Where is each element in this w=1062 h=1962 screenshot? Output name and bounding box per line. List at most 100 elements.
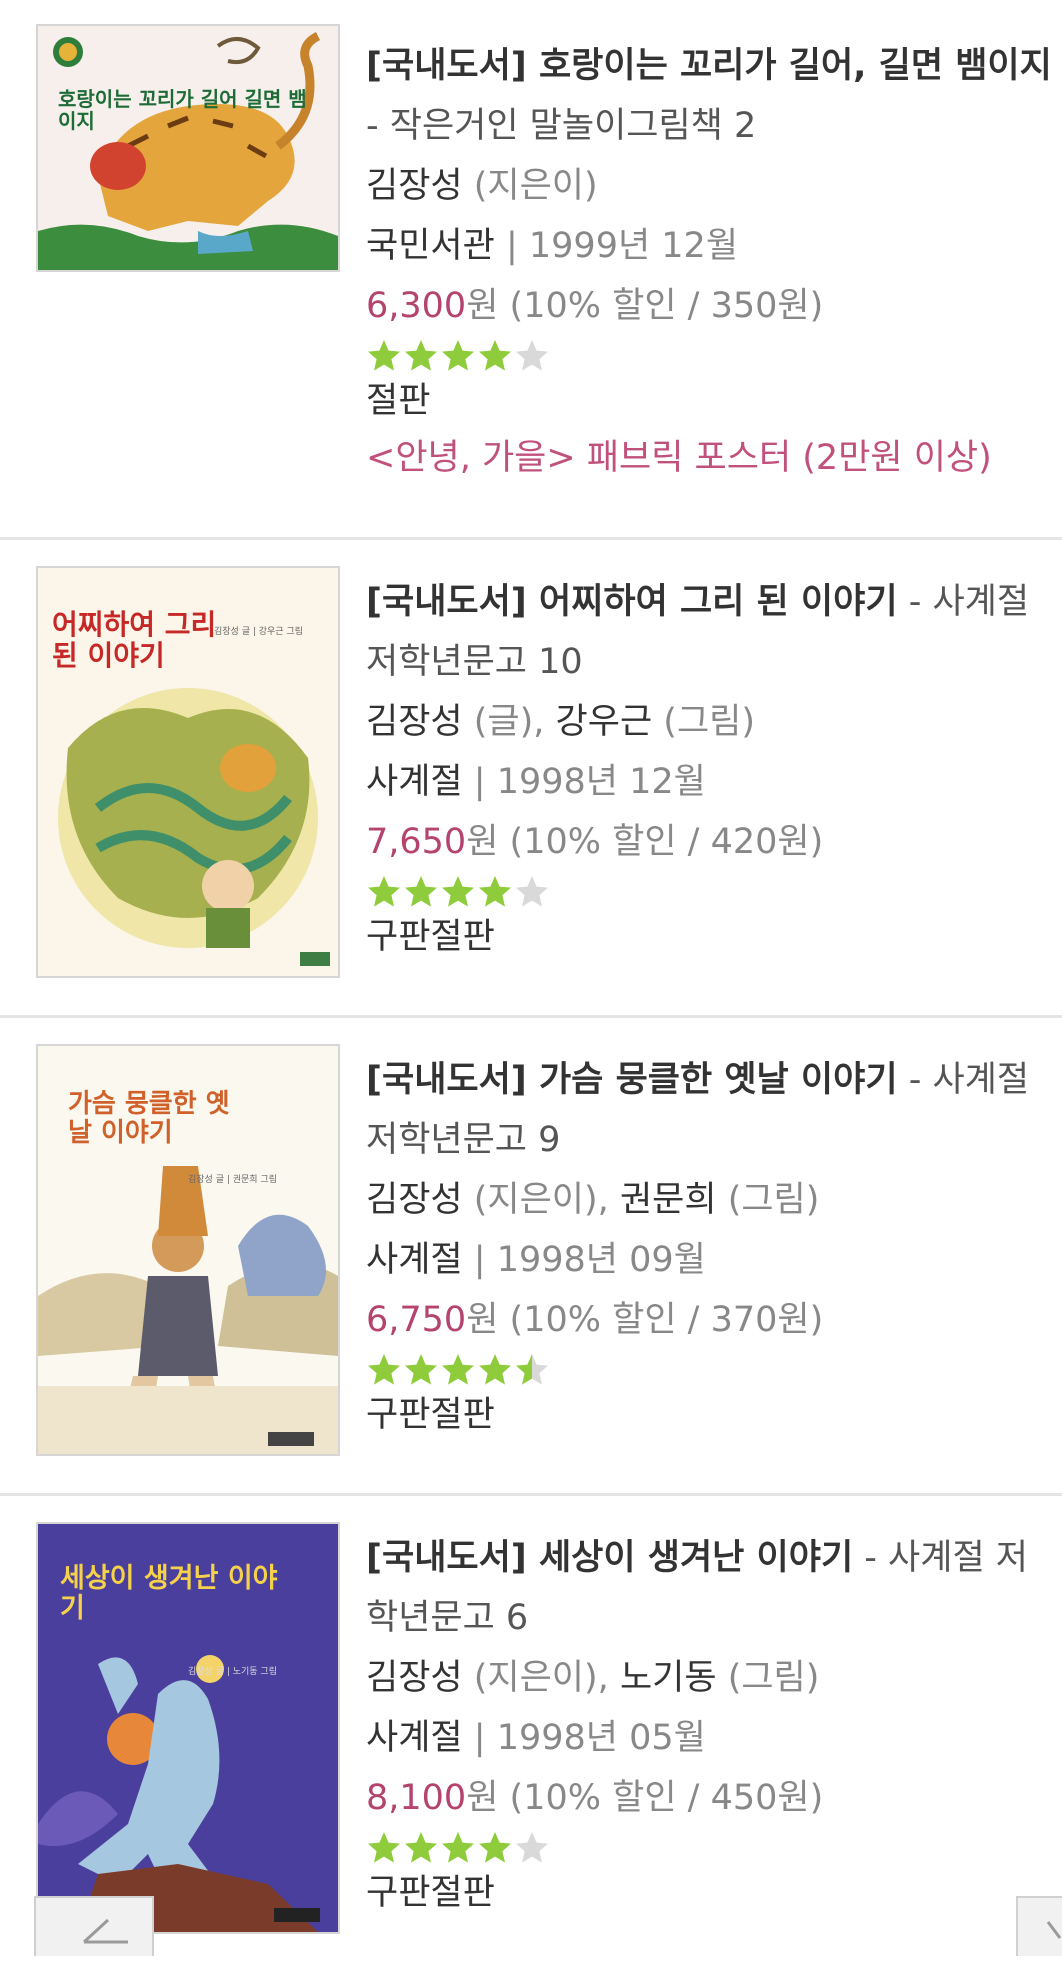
publisher[interactable]: 국민서관 [366, 226, 495, 266]
illustrator-name[interactable]: 권문희 [620, 1180, 717, 1220]
book-series: - 작은거인 말놀이그림책 2 [366, 106, 757, 146]
sale-price: 7,650 [366, 822, 467, 862]
cover-credit: 김장성 글 | 권문희 그림 [188, 1175, 277, 1185]
book-cover[interactable]: 호랑이는 꼬리가 길어 길면 뱀이지 [36, 24, 340, 272]
discount-info: (10% 할인 / 370원) [509, 1300, 824, 1340]
divider: | [473, 1718, 486, 1758]
book-cover[interactable]: 가슴 뭉클한 옛날 이야기 김장성 글 | 권문희 그림 [36, 1044, 340, 1456]
star-icon [516, 876, 548, 907]
price-line: 6,750원 (10% 할인 / 370원) [366, 1290, 1052, 1350]
illustrator-role: (그림) [663, 702, 756, 742]
star-icon [368, 1354, 400, 1385]
author-role: (지은이) [473, 1180, 598, 1220]
rating-stars [366, 1826, 1052, 1870]
star-icon [442, 1354, 474, 1385]
prev-page-button[interactable] [34, 1896, 154, 1956]
chevron-right-icon [1046, 1921, 1062, 1939]
book-title-link[interactable]: [국내도서] 세상이 생겨난 이야기 [366, 1538, 853, 1578]
cover-credit: 김장성 글 | 노기동 그림 [188, 1667, 277, 1677]
book-title-link[interactable]: [국내도서] 호랑이는 꼬리가 길어, 길면 뱀이지 [366, 46, 1052, 86]
star-icon [368, 340, 400, 371]
star-icon [516, 1832, 548, 1863]
author-name[interactable]: 김장성 [366, 702, 463, 742]
illustrator-name[interactable]: 강우근 [556, 702, 653, 742]
pub-date: 1998년 12월 [496, 762, 706, 802]
book-title-line: [국내도서] 가슴 뭉클한 옛날 이야기 - 사계절 저학년문고 9 [366, 1050, 1052, 1170]
price-line: 8,100원 (10% 할인 / 450원) [366, 1768, 1052, 1828]
currency: 원 [466, 1778, 499, 1818]
authors: 김장성 (지은이), 권문희 (그림) [366, 1180, 820, 1220]
star-icon [368, 876, 400, 907]
list-item: 세상이 생겨난 이야기 김장성 글 | 노기동 그림 [국내도서] 세상이 생겨… [0, 1496, 1062, 1956]
book-title-line: [국내도서] 호랑이는 꼬리가 길어, 길면 뱀이지 - 작은거인 말놀이그림책… [366, 36, 1052, 156]
star-icon [442, 1832, 474, 1863]
sale-price: 6,750 [366, 1300, 467, 1340]
publisher[interactable]: 사계절 [366, 1240, 463, 1280]
illustrator-role: (그림) [727, 1658, 820, 1698]
author-role: (지은이) [473, 1658, 598, 1698]
star-icon [442, 876, 474, 907]
star-icon [516, 340, 548, 371]
next-page-button[interactable] [1016, 1896, 1062, 1956]
author-name[interactable]: 김장성 [366, 1180, 463, 1220]
discount-info: (10% 할인 / 420원) [509, 822, 824, 862]
star-icon [405, 1354, 437, 1385]
authors: 김장성 (지은이), 노기동 (그림) [366, 1658, 820, 1698]
book-title-line: [국내도서] 어찌하여 그리 된 이야기 - 사계절 저학년문고 10 [366, 572, 1052, 692]
author-name[interactable]: 김장성 [366, 1658, 463, 1698]
divider: | [505, 226, 518, 266]
publisher-date: 국민서관 | 1999년 12월 [366, 216, 1052, 276]
cover-illustration [38, 26, 338, 270]
status-badge: 절판 [366, 381, 431, 421]
status-badge: 구판절판 [366, 1395, 495, 1435]
status-badge: 구판절판 [366, 917, 495, 957]
illustrator-role: (그림) [727, 1180, 820, 1220]
publisher-date: 사계절 | 1998년 09월 [366, 1230, 1052, 1290]
star-icon [516, 1354, 548, 1385]
publisher-date: 사계절 | 1998년 05월 [366, 1708, 1052, 1768]
publisher[interactable]: 사계절 [366, 762, 463, 802]
illustrator-name[interactable]: 노기동 [620, 1658, 717, 1698]
currency: 원 [466, 286, 499, 326]
pub-date: 1998년 09월 [496, 1240, 706, 1280]
star-icon [479, 1832, 511, 1863]
author-role: (지은이) [473, 166, 598, 206]
rating-stars [366, 334, 1052, 378]
sale-price: 6,300 [366, 286, 467, 326]
star-icon [405, 876, 437, 907]
book-cover[interactable]: 세상이 생겨난 이야기 김장성 글 | 노기동 그림 [36, 1522, 340, 1934]
sale-price: 8,100 [366, 1778, 467, 1818]
star-icon [368, 1832, 400, 1863]
pub-date: 1999년 12월 [528, 226, 739, 266]
price-line: 6,300원 (10% 할인 / 350원) [366, 276, 1052, 336]
rating-stars [366, 1348, 1052, 1392]
status-badge: 구판절판 [366, 1873, 495, 1913]
cover-title: 어찌하여 그리 된 이야기 [52, 608, 217, 672]
author-name[interactable]: 김장성 [366, 166, 463, 206]
rating-stars [366, 870, 1052, 914]
publisher[interactable]: 사계절 [366, 1718, 463, 1758]
discount-info: (10% 할인 / 450원) [509, 1778, 824, 1818]
star-icon [479, 876, 511, 907]
chevron-left-icon [82, 1918, 128, 1944]
authors: 김장성 (지은이) [366, 156, 1052, 216]
price-line: 7,650원 (10% 할인 / 420원) [366, 812, 1052, 872]
book-cover[interactable]: 어찌하여 그리 된 이야기 김장성 글 | 강우근 그림 [36, 566, 340, 978]
book-title-link[interactable]: [국내도서] 어찌하여 그리 된 이야기 [366, 582, 898, 622]
star-icon [405, 340, 437, 371]
star-icon [479, 340, 511, 371]
star-icon [479, 1354, 511, 1385]
cover-title: 세상이 생겨난 이야기 [60, 1563, 278, 1624]
divider: | [473, 762, 486, 802]
discount-info: (10% 할인 / 350원) [509, 286, 824, 326]
divider: | [473, 1240, 486, 1280]
book-info: [국내도서] 호랑이는 꼬리가 길어, 길면 뱀이지 - 작은거인 말놀이그림책… [366, 36, 1052, 486]
cover-credit: 김장성 글 | 강우근 그림 [214, 627, 303, 637]
book-info: [국내도서] 어찌하여 그리 된 이야기 - 사계절 저학년문고 10 김장성 … [366, 572, 1052, 960]
list-item: 가슴 뭉클한 옛날 이야기 김장성 글 | 권문희 그림 [국내도서] 가슴 뭉… [0, 1018, 1062, 1496]
cover-title: 호랑이는 꼬리가 길어 길면 뱀이지 [58, 87, 307, 133]
promo-link[interactable]: <안녕, 가을> 패브릭 포스터 (2만원 이상) [366, 430, 1052, 486]
book-title-line: [국내도서] 세상이 생겨난 이야기 - 사계절 저학년문고 6 [366, 1528, 1052, 1648]
book-list: 호랑이는 꼬리가 길어 길면 뱀이지 [국내도서] 호랑이는 꼬리가 길어, 길… [0, 0, 1062, 1956]
book-title-link[interactable]: [국내도서] 가슴 뭉클한 옛날 이야기 [366, 1060, 898, 1100]
